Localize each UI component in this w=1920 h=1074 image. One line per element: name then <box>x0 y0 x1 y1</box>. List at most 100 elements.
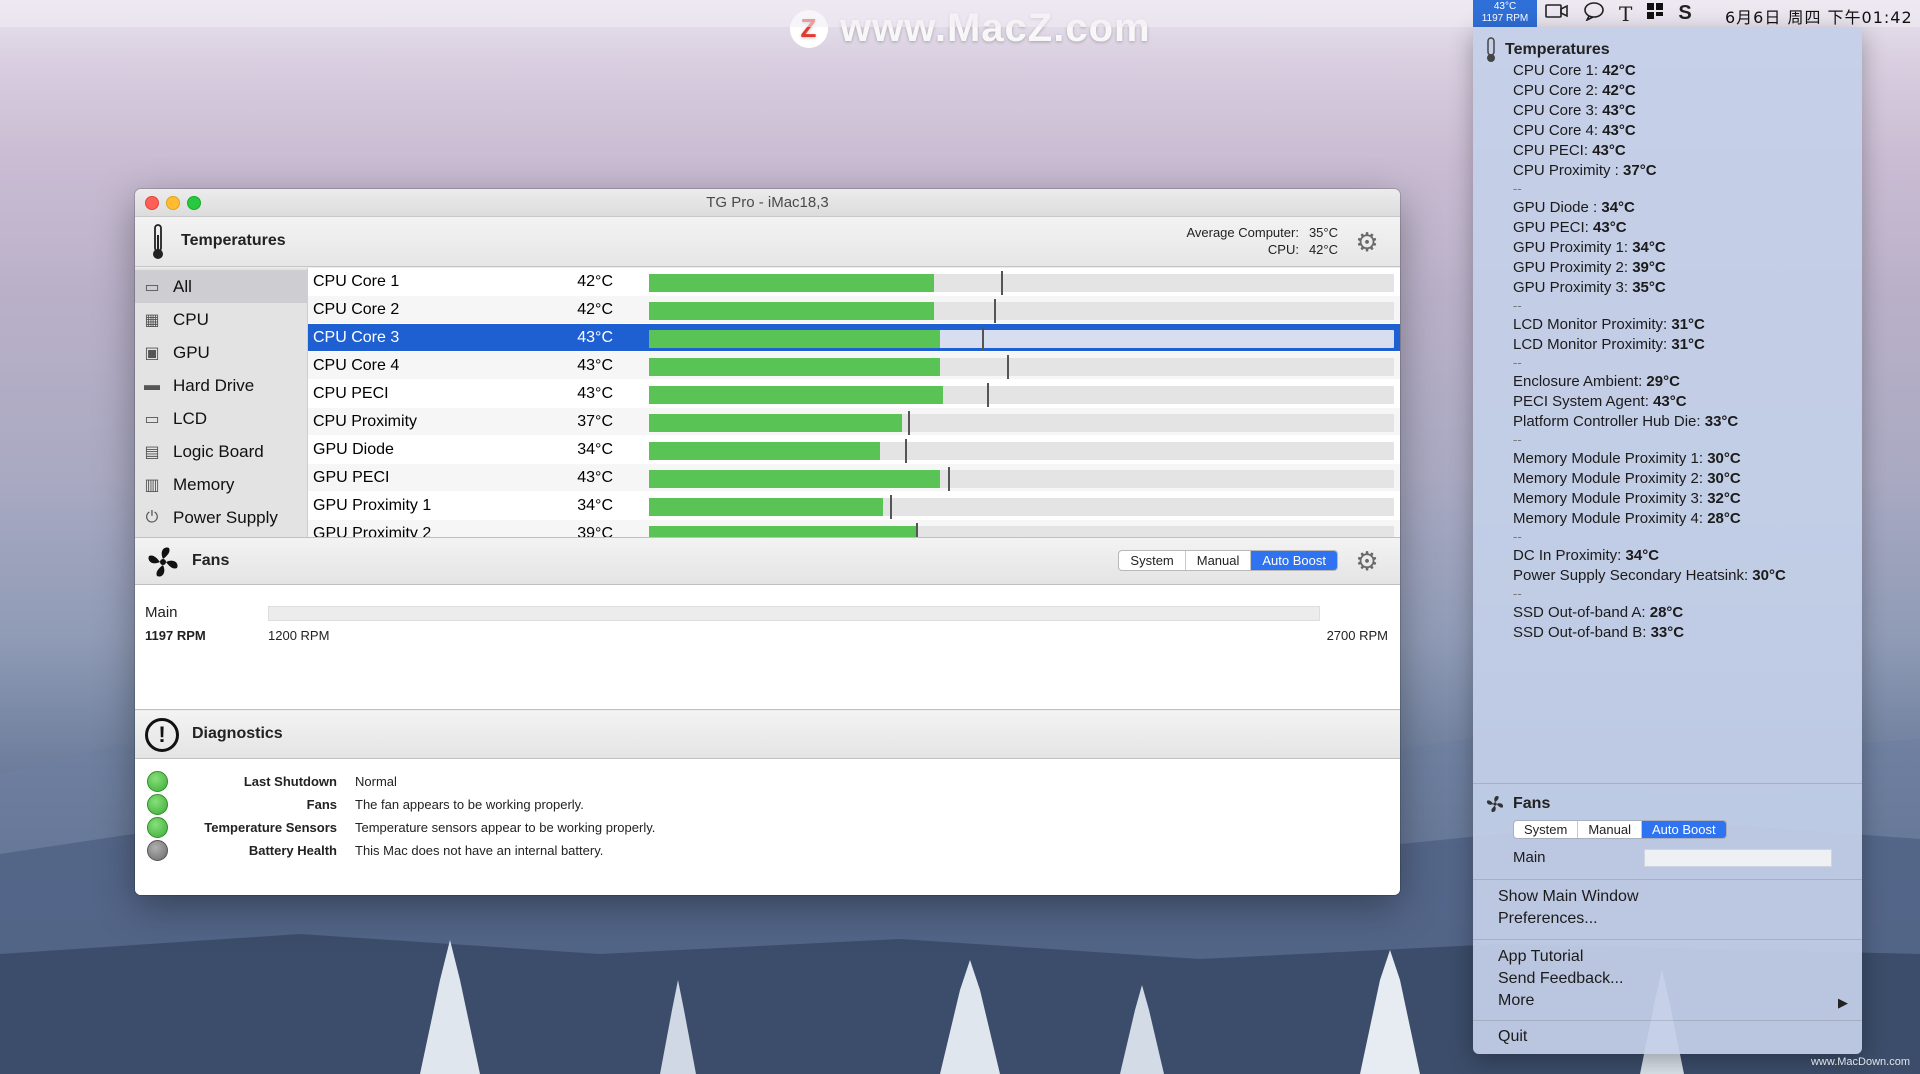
sensor-row[interactable]: CPU Proximity 37°C <box>308 408 1400 436</box>
sensor-bar-fill <box>649 386 943 404</box>
dropdown-sensor-line: Enclosure Ambient: 29°C <box>1513 373 1680 390</box>
sensor-name: CPU Core 2 <box>313 300 400 318</box>
app-grid-icon[interactable] <box>1646 2 1664 25</box>
dropdown-temps-title: Temperatures <box>1505 41 1610 58</box>
sensor-row[interactable]: CPU Core 1 42°C <box>308 268 1400 296</box>
sidebar-item-all[interactable]: ▭ All <box>135 270 307 303</box>
more-item[interactable]: More <box>1498 992 1534 1010</box>
zoom-button[interactable] <box>187 196 201 210</box>
dropdown-sensor-value: 43°C <box>1602 102 1636 119</box>
dropdown-sensor-value: 31°C <box>1671 316 1705 333</box>
text-t-icon[interactable]: T <box>1619 2 1632 26</box>
sensor-row[interactable]: CPU Core 2 42°C <box>308 296 1400 324</box>
dropdown-sensor-value: 30°C <box>1707 450 1741 467</box>
dropdown-sensor-line: CPU Core 4: 43°C <box>1513 122 1636 139</box>
sidebar-item-lcd[interactable]: ▭ LCD <box>135 402 307 435</box>
sidebar-item-memory[interactable]: ▥ Memory <box>135 468 307 501</box>
dropdown-sensor-label: PECI System Agent: <box>1513 393 1654 410</box>
sensor-value: 34°C <box>577 496 613 514</box>
sensor-max-marker <box>905 439 907 463</box>
sensor-value: 43°C <box>577 356 613 374</box>
group-separator: -- <box>1513 181 1522 196</box>
close-button[interactable] <box>145 196 159 210</box>
sensor-bar <box>649 271 1394 295</box>
sidebar-item-logic-board[interactable]: ▤ Logic Board <box>135 435 307 468</box>
sidebar-item-label: LCD <box>173 408 208 428</box>
dropdown-sensor-line: SSD Out-of-band A: 28°C <box>1513 604 1683 621</box>
sensor-row[interactable]: CPU Core 3 43°C <box>308 324 1400 352</box>
sensor-value: 43°C <box>577 384 613 402</box>
sensor-bar <box>649 523 1394 537</box>
chat-icon[interactable] <box>1583 1 1605 26</box>
dropdown-sensor-value: 43°C <box>1653 393 1687 410</box>
sidebar-item-label: Hard Drive <box>173 375 255 395</box>
sensor-row[interactable]: GPU Diode 34°C <box>308 436 1400 464</box>
dropdown-sensor-line: Platform Controller Hub Die: 33°C <box>1513 413 1738 430</box>
dropdown-sensor-value: 34°C <box>1625 547 1660 564</box>
dropdown-sensor-label: SSD Out-of-band B: <box>1513 624 1651 641</box>
dropdown-sensor-line: PECI System Agent: 43°C <box>1513 393 1687 410</box>
diagnostics-body: Last Shutdown Normal Fans The fan appears t… <box>135 759 1400 895</box>
sensor-row[interactable]: GPU Proximity 2 39°C <box>308 520 1400 537</box>
dropdown-sensor-value: 29°C <box>1646 373 1680 390</box>
fan-mode-manual[interactable]: Manual <box>1186 551 1252 570</box>
s-icon[interactable]: S <box>1678 2 1691 25</box>
dropdown-fan-mode-auto-boost[interactable]: Auto Boost <box>1641 821 1726 838</box>
menubar-temp: 43°C <box>1493 1 1517 12</box>
fan-mode-control: System Manual Auto Boost <box>1118 550 1338 571</box>
dropdown-sensor-label: CPU Core 3: <box>1513 102 1603 119</box>
sensor-max-marker <box>994 299 996 323</box>
dropdown-sensor-label: CPU Core 4: <box>1513 122 1603 139</box>
sidebar-item-cpu[interactable]: ▦ CPU <box>135 303 307 336</box>
dropdown-sensor-line: GPU Proximity 1: 34°C <box>1513 239 1666 256</box>
show-main-window-item[interactable]: Show Main Window <box>1498 888 1639 906</box>
preferences-item[interactable]: Preferences... <box>1498 910 1598 928</box>
sensor-row[interactable]: GPU Proximity 1 34°C <box>308 492 1400 520</box>
dropdown-sensor-line: Memory Module Proximity 1: 30°C <box>1513 450 1741 467</box>
sidebar-item-hard-drive[interactable]: ▬ Hard Drive <box>135 369 307 402</box>
dropdown-sensor-line: Memory Module Proximity 2: 30°C <box>1513 470 1741 487</box>
avg-computer-label: Average Computer: <box>1186 225 1299 240</box>
tgpro-menubar-status[interactable]: 43°C 1197 RPM <box>1473 0 1537 27</box>
dropdown-sensor-label: GPU Proximity 3: <box>1513 279 1633 296</box>
dropdown-sensor-value: 28°C <box>1649 604 1684 621</box>
sensor-row[interactable]: GPU PECI 43°C <box>308 464 1400 492</box>
fans-body: Main 1197 RPM 1200 RPM 2700 RPM <box>135 585 1400 710</box>
sensor-max-marker <box>1007 355 1009 379</box>
menubar-clock[interactable]: 6月6日 周四 下午01:42 <box>1725 4 1913 28</box>
group-separator: -- <box>1513 298 1522 313</box>
avg-computer-value: 35°C <box>1308 225 1338 240</box>
dropdown-fan-slider[interactable] <box>1644 849 1832 867</box>
dropdown-fan-mode-system[interactable]: System <box>1514 821 1579 838</box>
sensor-row[interactable]: CPU PECI 43°C <box>308 380 1400 408</box>
fans-gear-icon[interactable]: ⚙ <box>1354 548 1380 574</box>
sensor-max-marker <box>948 467 950 491</box>
app-tutorial-item[interactable]: App Tutorial <box>1498 948 1583 966</box>
temperatures-gear-icon[interactable]: ⚙ <box>1354 229 1380 255</box>
dropdown-sensor-line: CPU Core 2: 42°C <box>1513 82 1636 99</box>
dropdown-sensor-line: Power Supply Secondary Heatsink: 30°C <box>1513 567 1786 584</box>
quit-item[interactable]: Quit <box>1498 1028 1527 1046</box>
fan-speed-slider[interactable] <box>268 606 1320 621</box>
sensor-row[interactable]: CPU Core 4 43°C <box>308 352 1400 380</box>
dropdown-sensor-label: Memory Module Proximity 4: <box>1513 510 1708 527</box>
average-readout: Average Computer: 35°C CPU: 42°C <box>1186 224 1338 258</box>
sensor-bar <box>649 411 1394 435</box>
video-icon[interactable] <box>1545 2 1569 25</box>
fan-mode-system[interactable]: System <box>1119 551 1186 570</box>
sidebar-item-gpu[interactable]: ▣ GPU <box>135 336 307 369</box>
sensor-bar-fill <box>649 526 916 537</box>
sensor-max-marker <box>982 327 984 351</box>
tgpro-menu-dropdown: Temperatures CPU Core 1: 42°C CPU Core 2:… <box>1473 27 1862 1054</box>
sensor-name: CPU Proximity <box>313 412 418 430</box>
send-feedback-item[interactable]: Send Feedback... <box>1498 970 1623 988</box>
dropdown-sensor-line: CPU Proximity : 37°C <box>1513 162 1657 179</box>
group-separator: -- <box>1513 529 1522 544</box>
fan-current-rpm: 1197 RPM <box>145 628 206 643</box>
fan-mode-auto-boost[interactable]: Auto Boost <box>1251 551 1337 570</box>
dropdown-sensor-line: GPU Proximity 3: 35°C <box>1513 279 1666 296</box>
window-titlebar[interactable]: TG Pro - iMac18,3 <box>135 189 1400 217</box>
dropdown-fan-mode-manual[interactable]: Manual <box>1578 821 1642 838</box>
minimize-button[interactable] <box>166 196 180 210</box>
sidebar-item-power-supply[interactable]: ⏻ Power Supply <box>135 501 307 534</box>
